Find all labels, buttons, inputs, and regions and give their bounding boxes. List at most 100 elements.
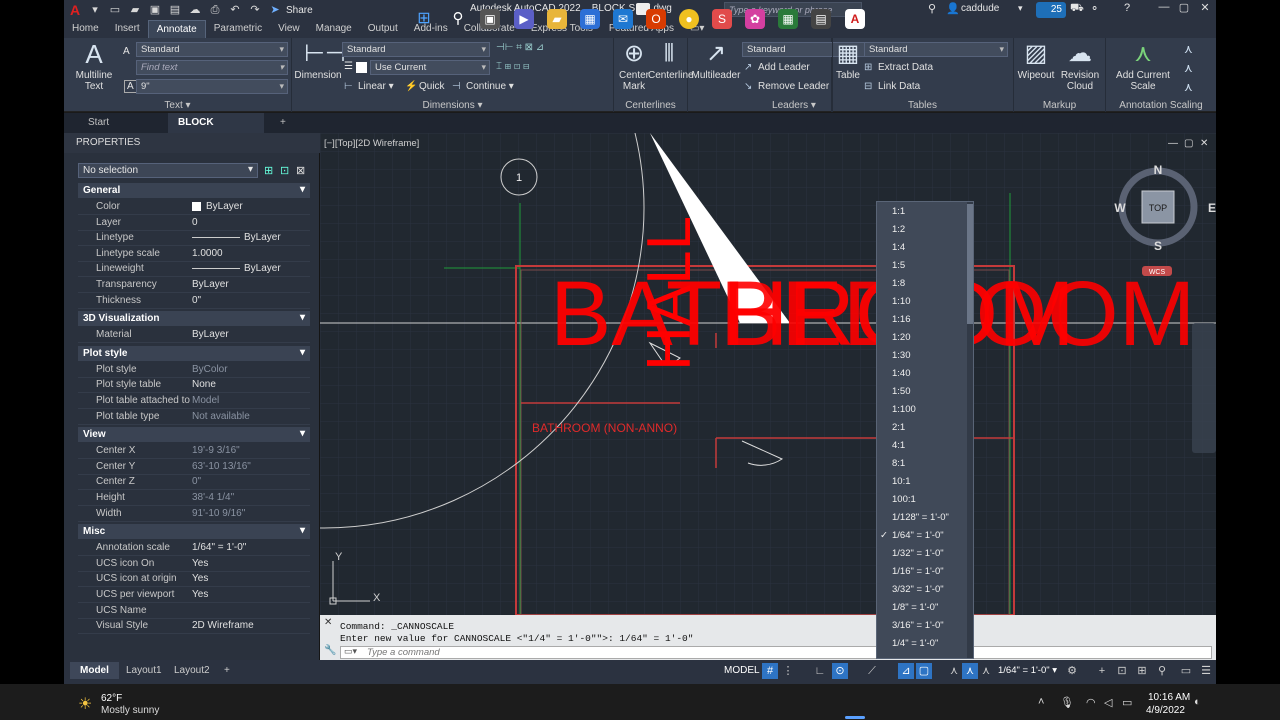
scale-option[interactable]: 1:50 [877, 383, 967, 401]
notifications-icon[interactable]: ◐ [1194, 696, 1201, 708]
select-objects-icon[interactable]: ⊡ [280, 164, 289, 177]
scale-option[interactable]: 1/16" = 1'-0" [877, 563, 967, 581]
scale-option[interactable]: 1:1 [877, 203, 967, 221]
tab-manage[interactable]: Manage [308, 20, 360, 38]
scale-option[interactable]: 1:5 [877, 257, 967, 275]
office-icon[interactable]: O [646, 9, 666, 29]
scale-option[interactable]: 1/4" = 1'-0" [877, 635, 967, 653]
model-space-button[interactable]: MODEL [724, 665, 760, 676]
tab-annotate[interactable]: Annotate [147, 20, 206, 38]
property-row[interactable]: Center Z 0" [78, 474, 310, 489]
isodraft-icon[interactable]: ⟋ [864, 663, 880, 679]
property-row[interactable]: UCS per viewport Yes [78, 587, 310, 602]
quick-select-icon[interactable]: ⊠ [296, 164, 305, 177]
clean-screen-icon[interactable]: ▭ [1178, 663, 1194, 679]
viewport-minimize-icon[interactable]: — [1168, 138, 1178, 149]
table-button[interactable]: ▦ Table [832, 40, 864, 81]
property-row[interactable]: Layer 0 [78, 215, 310, 230]
weather-condition[interactable]: Mostly sunny [101, 705, 159, 716]
section-view[interactable]: View [78, 427, 310, 443]
scale-option[interactable]: 1/128" = 1'-0" [877, 509, 967, 527]
tab-home[interactable]: Home [64, 20, 107, 38]
text-panel-title[interactable]: Text ▾ [64, 100, 291, 111]
new-tab-icon[interactable]: + [270, 113, 296, 133]
start-tab[interactable]: Start [78, 113, 119, 133]
help-icon[interactable]: ? [1124, 2, 1130, 14]
scale-option[interactable]: 100:1 [877, 491, 967, 509]
snap-toggle-icon[interactable]: ⋮ [780, 663, 796, 679]
scale-option[interactable]: 1:30 [877, 347, 967, 365]
scale-option[interactable]: 10:1 [877, 473, 967, 491]
viewcube-west[interactable]: W [1114, 201, 1126, 215]
property-row[interactable]: Plot table type Not available [78, 409, 310, 424]
scale-option[interactable]: 2:1 [877, 419, 967, 437]
dim-tools-icons-2[interactable]: ⌶ ⊞ ⊡ ⊟ [496, 61, 529, 72]
units-icon[interactable]: ⊡ [1114, 663, 1130, 679]
scale-option[interactable]: 1:20 [877, 329, 967, 347]
add-layout-icon[interactable]: + [214, 662, 240, 679]
scale-option[interactable]: 1:2 [877, 221, 967, 239]
auto-scale-icon[interactable]: ⋏ [962, 663, 978, 679]
scale-option[interactable]: 1:16 [877, 311, 967, 329]
search-taskbar-icon[interactable]: ⚲ [448, 9, 468, 29]
property-row[interactable]: Plot style table None [78, 377, 310, 392]
app-menu-chevron-icon[interactable]: ▾ [88, 4, 102, 16]
annotation-scale-list[interactable]: 1:1 1:2 1:4 1:5 1:8 1:10 1:16 1:20 1:30 1:40 1:50 1… [876, 201, 974, 659]
volume-icon[interactable]: ◁ [1104, 696, 1112, 709]
viewport-close-icon[interactable]: ✕ [1200, 138, 1208, 149]
add-current-scale-button[interactable]: ⋏ Add Current Scale [1108, 40, 1178, 92]
autocad-taskbar-icon[interactable]: A [845, 9, 865, 29]
property-row[interactable]: Height 38'-4 1/4" [78, 490, 310, 505]
redo-icon[interactable]: ↷ [248, 4, 262, 16]
scale-option[interactable]: 1:10 [877, 293, 967, 311]
store-icon[interactable]: ▦ [580, 9, 600, 29]
windows-start-icon[interactable]: ⊞ [414, 9, 434, 29]
weather-icon[interactable]: ☀ [78, 694, 92, 714]
teams-icon[interactable]: ▶ [514, 9, 534, 29]
calculator-icon[interactable]: ▤ [811, 9, 831, 29]
dimensions-panel-title[interactable]: Dimensions ▾ [292, 100, 613, 111]
scale-list-scroll-thumb[interactable] [967, 204, 973, 324]
add-leader-button[interactable]: ↗ Add Leader [744, 62, 810, 73]
search-icon[interactable]: ⚲ [928, 2, 936, 15]
plus-icon[interactable]: + [1094, 663, 1110, 679]
scaling-tool-icon-2[interactable]: ⋏ [1184, 61, 1193, 75]
annotation-scale-icon[interactable]: ⋏ [978, 663, 994, 679]
user-name[interactable]: caddude [961, 3, 999, 14]
viewcube-east[interactable]: E [1208, 201, 1216, 215]
text-style-combo[interactable]: Standard [136, 42, 288, 57]
tray-chevron-icon[interactable]: ˄ [1038, 696, 1044, 708]
tab-insert[interactable]: Insert [107, 20, 148, 38]
scaling-tool-icon-1[interactable]: ⋏ [1184, 42, 1193, 56]
mail-icon[interactable]: ✉ [613, 9, 633, 29]
photos-icon[interactable]: ✿ [745, 9, 765, 29]
command-input[interactable]: Type a command [340, 646, 1212, 659]
osnap-toggle-icon[interactable]: ⊿ [898, 663, 914, 679]
new-file-icon[interactable]: ▭ [108, 4, 122, 16]
centerline-button[interactable]: ⫴ Centerline [648, 40, 694, 81]
tab-layout2[interactable]: Layout2 [164, 662, 220, 679]
property-row[interactable]: UCS Name [78, 603, 310, 618]
undo-icon[interactable]: ↶ [228, 4, 242, 16]
weather-temp[interactable]: 62°F [101, 693, 122, 704]
annotation-visibility-icon[interactable]: ⋏ [946, 663, 962, 679]
property-row[interactable]: Visual Style 2D Wireframe [78, 618, 310, 633]
property-row[interactable]: Linetype scale 1.0000 [78, 246, 310, 261]
scale-option[interactable]: 1:8 [877, 275, 967, 293]
chrome-icon[interactable]: ● [679, 9, 699, 29]
table-style-combo[interactable]: Standard [864, 42, 1008, 57]
dim-tools-icons[interactable]: ⊣⊢ ⌗ ⊠ ⊿ [496, 42, 544, 53]
taskbar-time[interactable]: 10:16 AM [1148, 692, 1190, 703]
file-explorer-icon[interactable]: ▰ [547, 9, 567, 29]
autocad-app-icon[interactable]: A [68, 3, 82, 17]
center-mark-button[interactable]: ⊕ Center Mark [618, 40, 650, 92]
section-viz3d[interactable]: 3D Visualization [78, 311, 310, 327]
taskbar-date[interactable]: 4/9/2022 [1146, 705, 1185, 716]
scale-option[interactable]: 8:1 [877, 455, 967, 473]
block-size-tab[interactable]: BLOCK SIZE*✕ [168, 113, 264, 148]
app-s-icon[interactable]: S [712, 9, 732, 29]
open-folder-icon[interactable]: ▰ [128, 4, 142, 16]
user-chevron-icon[interactable]: ▾ [1018, 3, 1023, 14]
drawing-svg[interactable]: 1 BATHROOM BEDROOM HALL BATHROOM (NON-AN… [320, 133, 1216, 615]
quick-properties-icon[interactable]: ⊞ [1134, 663, 1150, 679]
